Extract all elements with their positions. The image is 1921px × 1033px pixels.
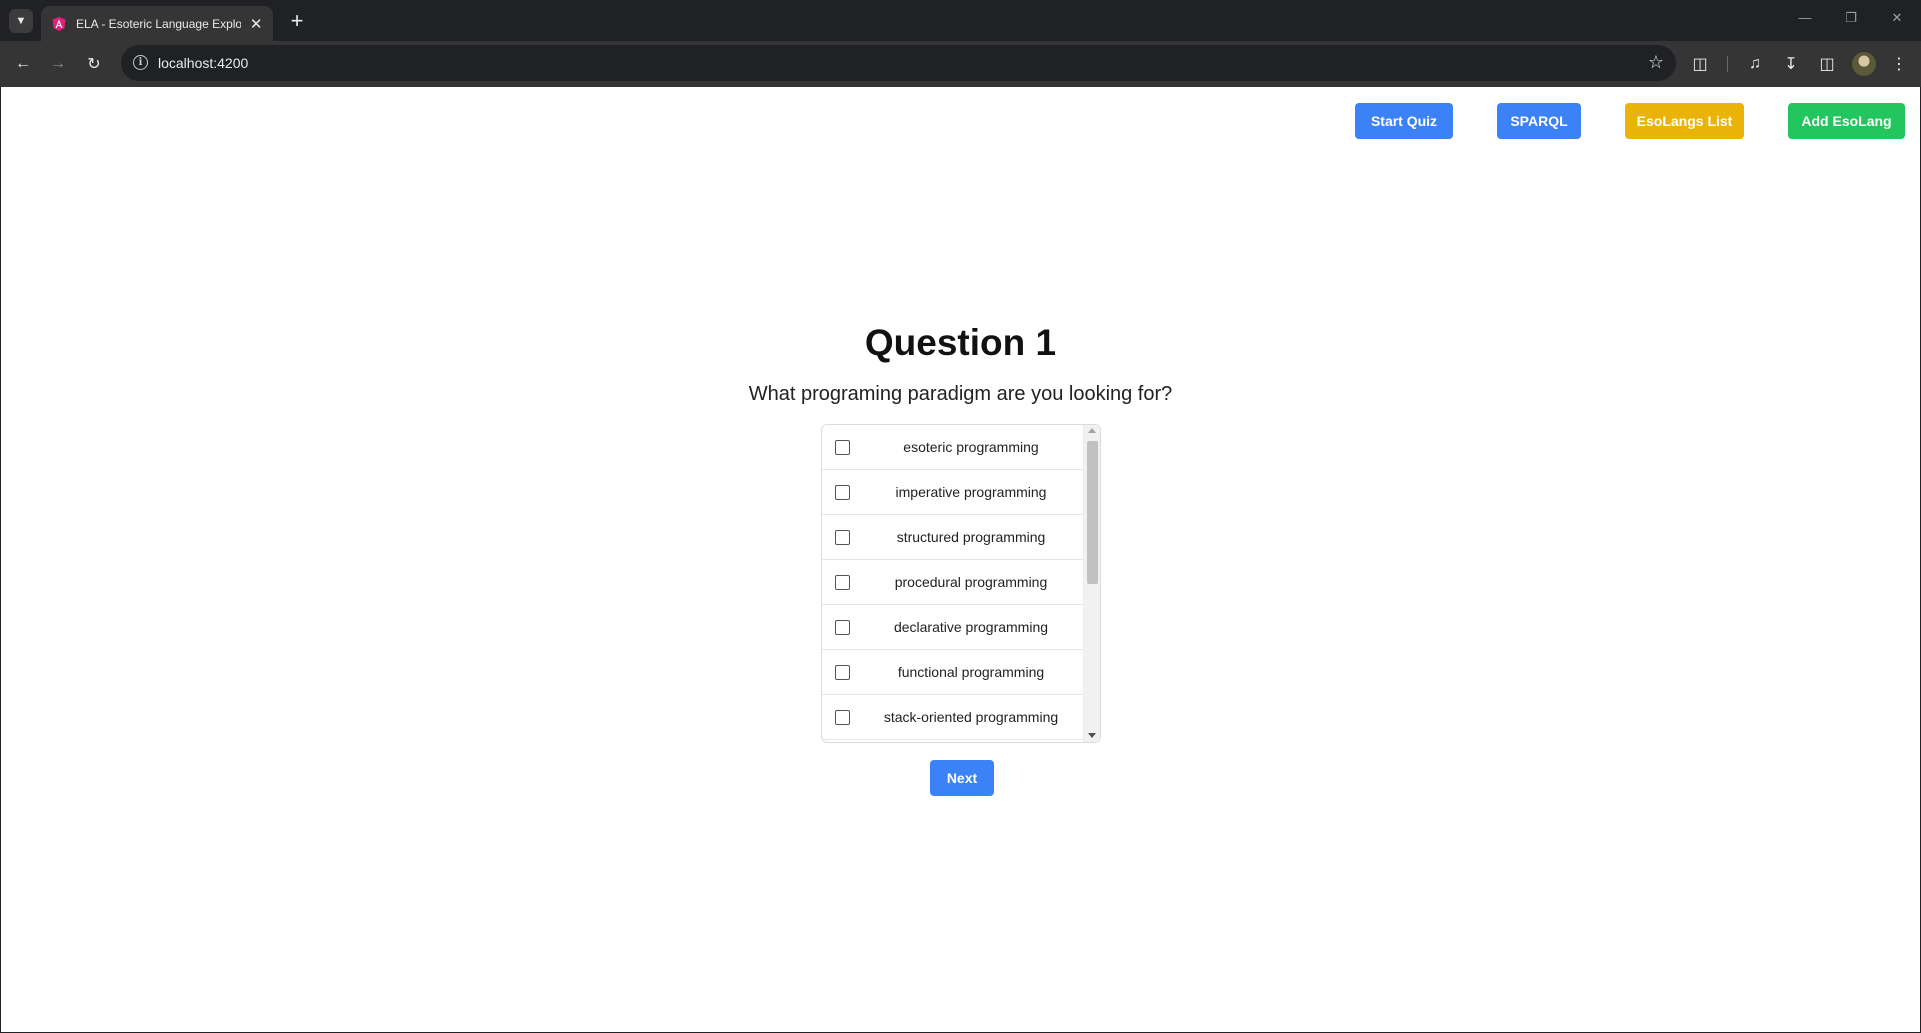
new-tab-icon[interactable]: +: [283, 7, 311, 35]
option-checkbox[interactable]: [835, 575, 850, 590]
option-label: stack-oriented programming: [883, 709, 1059, 725]
scroll-down-arrow-icon[interactable]: [1088, 733, 1096, 738]
option-label: imperative programming: [895, 484, 1047, 500]
options-scrollbar[interactable]: [1083, 425, 1100, 742]
browser-toolbar: ← → ↻ i localhost:4200 ☆ ◫ ♫ ↧ ◫ ⋮: [0, 41, 1921, 87]
angular-logo-icon: [51, 16, 67, 32]
option-label: esoteric programming: [903, 439, 1039, 455]
download-icon[interactable]: ↧: [1779, 52, 1803, 76]
toolbar-divider: [1727, 56, 1728, 72]
next-button[interactable]: Next: [930, 760, 994, 796]
extensions-icon[interactable]: ◫: [1688, 52, 1712, 76]
option-item[interactable]: stack-oriented programming: [822, 695, 1084, 740]
option-checkbox[interactable]: [835, 710, 850, 725]
minimize-icon[interactable]: —: [1793, 10, 1817, 25]
page-viewport: Start Quiz SPARQL EsoLangs List Add EsoL…: [1, 87, 1920, 1032]
profile-avatar[interactable]: [1852, 52, 1876, 76]
sparql-button[interactable]: SPARQL: [1497, 103, 1581, 139]
option-checkbox[interactable]: [835, 530, 850, 545]
question-title: Question 1: [864, 322, 1057, 363]
option-item[interactable]: esoteric programming: [822, 425, 1084, 470]
option-checkbox[interactable]: [835, 485, 850, 500]
tab-title: ELA - Esoteric Language Explorer: [76, 16, 242, 31]
start-quiz-button[interactable]: Start Quiz: [1355, 103, 1453, 139]
window-close-icon[interactable]: ✕: [1885, 10, 1909, 26]
question-text: What programing paradigm are you looking…: [748, 383, 1173, 405]
bookmark-star-icon[interactable]: ☆: [1648, 52, 1664, 73]
tab-search-icon[interactable]: ▼: [9, 9, 33, 33]
scrollbar-thumb[interactable]: [1087, 441, 1098, 584]
browser-tab[interactable]: ELA - Esoteric Language Explorer ✕: [41, 6, 273, 41]
option-item[interactable]: functional programming: [822, 650, 1084, 695]
option-label: functional programming: [897, 664, 1045, 680]
add-esolang-button[interactable]: Add EsoLang: [1788, 103, 1905, 139]
option-label: procedural programming: [894, 574, 1048, 590]
url-text[interactable]: localhost:4200: [158, 55, 248, 71]
esolangs-list-button[interactable]: EsoLangs List: [1625, 103, 1744, 139]
back-icon[interactable]: ←: [11, 52, 35, 76]
option-label: structured programming: [896, 529, 1046, 545]
media-control-icon[interactable]: ♫: [1743, 52, 1767, 76]
browser-tabstrip: ▼ ELA - Esoteric Language Explorer ✕ + —…: [0, 0, 1921, 41]
scroll-up-arrow-icon[interactable]: [1088, 428, 1096, 433]
option-label: declarative programming: [893, 619, 1049, 635]
tab-close-icon[interactable]: ✕: [249, 15, 263, 33]
option-item[interactable]: declarative programming: [822, 605, 1084, 650]
option-item[interactable]: procedural programming: [822, 560, 1084, 605]
option-checkbox[interactable]: [835, 665, 850, 680]
forward-icon[interactable]: →: [46, 52, 70, 76]
option-item[interactable]: imperative programming: [822, 470, 1084, 515]
restore-icon[interactable]: ❐: [1839, 10, 1863, 26]
site-info-icon[interactable]: i: [133, 55, 148, 70]
options-list[interactable]: esoteric programming imperative programm…: [821, 424, 1101, 743]
menu-kebab-icon[interactable]: ⋮: [1887, 52, 1911, 76]
address-bar[interactable]: i localhost:4200 ☆: [121, 45, 1676, 81]
reload-icon[interactable]: ↻: [82, 52, 106, 76]
option-item[interactable]: structured programming: [822, 515, 1084, 560]
option-checkbox[interactable]: [835, 440, 850, 455]
option-checkbox[interactable]: [835, 620, 850, 635]
side-panel-icon[interactable]: ◫: [1815, 52, 1839, 76]
